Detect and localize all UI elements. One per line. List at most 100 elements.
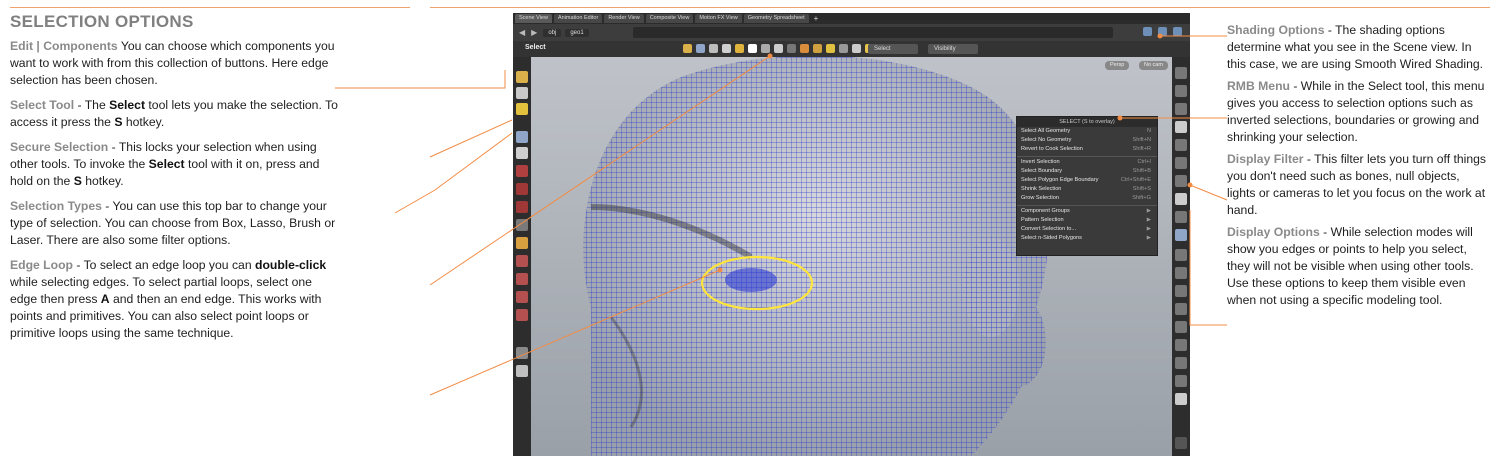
rmb-menu-item[interactable]: Revert to Cook Selection Shift+R: [1017, 145, 1157, 154]
callout-display-filter: [1189, 184, 1228, 201]
secure-selection-icon[interactable]: [852, 44, 861, 53]
display-origin-icon[interactable]: [1175, 339, 1187, 351]
display-prims-icon[interactable]: [1175, 285, 1187, 297]
rmb-menu-item[interactable]: Shrink Selection Shift+S: [1017, 185, 1157, 194]
component-primitives-icon[interactable]: [516, 103, 528, 115]
edges-icon[interactable]: [709, 44, 718, 53]
rmb-menu-item[interactable]: Select All Geometry N: [1017, 127, 1157, 136]
display-vertices-icon[interactable]: [1175, 321, 1187, 333]
cameras-filter-icon[interactable]: [826, 44, 835, 53]
backface-icon[interactable]: [1175, 157, 1187, 169]
persp-button[interactable]: Persp: [1105, 61, 1130, 70]
box-select-icon[interactable]: [735, 44, 744, 53]
display-points-icon[interactable]: [1175, 249, 1187, 261]
rmb-menu-item[interactable]: Select Polygon Edge Boundary Ctrl+Shift+E: [1017, 176, 1157, 185]
rmb-menu-item[interactable]: Invert Selection Ctrl+I: [1017, 158, 1157, 167]
brush-select-icon[interactable]: [761, 44, 770, 53]
select-dropdown[interactable]: Select: [868, 44, 918, 54]
lasso-select-icon[interactable]: [748, 44, 757, 53]
add-tab-icon[interactable]: +: [814, 14, 819, 23]
paragraph-bold: S: [73, 174, 82, 188]
paragraph-heading: Secure Selection: [10, 140, 109, 154]
normals-icon[interactable]: [1175, 211, 1187, 223]
display-toggle-icon[interactable]: [1175, 67, 1187, 79]
rotate-tool-icon[interactable]: [516, 183, 528, 195]
paragraph-heading: RMB Menu: [1227, 79, 1290, 93]
visibility-dropdown[interactable]: Visibility: [928, 44, 978, 54]
handles-filter-icon[interactable]: [839, 44, 848, 53]
faces-icon[interactable]: [722, 44, 731, 53]
link-icon[interactable]: [1158, 27, 1167, 36]
pane-tab[interactable]: Composite View: [645, 14, 694, 23]
callout-display-options: [1189, 210, 1227, 326]
filter-icon[interactable]: [787, 44, 796, 53]
laser-select-icon[interactable]: [774, 44, 783, 53]
magnet-tool-icon[interactable]: [516, 291, 528, 303]
display-uvs-icon[interactable]: [1175, 303, 1187, 315]
menu-item-label: Select No Geometry: [1021, 137, 1072, 144]
rmb-menu-title: SELECT (S to overlay): [1017, 117, 1157, 127]
scale-tool-icon[interactable]: [516, 201, 528, 213]
rmb-menu-item[interactable]: Select No Geometry Shift+N: [1017, 136, 1157, 145]
right-annotations: Shading Options - The shading options de…: [1227, 22, 1487, 314]
bones-filter-icon[interactable]: [800, 44, 809, 53]
points-icon[interactable]: [696, 44, 705, 53]
lock-icon[interactable]: [1175, 103, 1187, 115]
pane-tab[interactable]: Scene View: [515, 14, 552, 23]
pin-icon[interactable]: [1143, 27, 1152, 36]
back-arrow-icon[interactable]: ◀: [519, 28, 525, 37]
menu-item-label: Select n-Sided Polygons: [1021, 235, 1082, 242]
menu-item-label: Shrink Selection: [1021, 186, 1062, 193]
component-points-icon[interactable]: [516, 71, 528, 83]
path-field[interactable]: [633, 27, 1113, 38]
component-edges-icon[interactable]: [516, 87, 528, 99]
paragraph-heading: Edge Loop: [10, 258, 73, 272]
paragraph-heading: Selection Types: [10, 199, 102, 213]
menu-item-hotkey: ▶: [1146, 225, 1151, 232]
rmb-menu-item[interactable]: Select Boundary Shift+B: [1017, 167, 1157, 176]
display-filter-icon[interactable]: [1175, 193, 1187, 205]
lighting-icon[interactable]: [1175, 139, 1187, 151]
display-options-icon[interactable]: [1175, 393, 1187, 405]
path-segment-obj[interactable]: obj: [543, 28, 562, 37]
rmb-menu-item[interactable]: Convert Selection to... ▶: [1017, 225, 1157, 234]
handle-tool-icon[interactable]: [516, 219, 528, 231]
rmb-menu-item[interactable]: Pattern Selection ▶: [1017, 216, 1157, 225]
menu-item-hotkey: ▶: [1146, 235, 1151, 242]
pane-tab[interactable]: Animation Editor: [553, 14, 603, 23]
no-cam-button[interactable]: No cam: [1139, 61, 1168, 70]
render-tool-icon[interactable]: [516, 347, 528, 359]
pane-tab[interactable]: Motion FX View: [695, 14, 742, 23]
shading-mode-icon[interactable]: [1175, 121, 1187, 133]
drag-tool-icon[interactable]: [516, 273, 528, 285]
menu-item-hotkey: Shift+B: [1132, 167, 1151, 174]
left-paragraph: Edge Loop - To select an edge loop you c…: [10, 257, 340, 342]
display-grid-icon[interactable]: [1175, 357, 1187, 369]
rmb-menu-item[interactable]: Component Groups ▶: [1017, 207, 1157, 216]
display-edges-icon[interactable]: [1175, 267, 1187, 279]
pane-tab[interactable]: Geometry Spreadsheet: [743, 14, 809, 23]
view-tool-icon[interactable]: [516, 255, 528, 267]
path-segment-geo[interactable]: geo1: [565, 28, 589, 37]
select-tool-icon[interactable]: [516, 131, 528, 143]
forward-arrow-icon[interactable]: ▶: [531, 28, 537, 37]
lights-filter-icon[interactable]: [813, 44, 822, 53]
select-mode-icon[interactable]: [683, 44, 692, 53]
rmb-menu-item[interactable]: Select n-Sided Polygons ▶: [1017, 234, 1157, 243]
rmb-menu-item[interactable]: Grow Selection Shift+G: [1017, 194, 1157, 203]
snap-tool-icon[interactable]: [516, 309, 528, 321]
display-labels-icon[interactable]: [1175, 375, 1187, 387]
teapot-icon[interactable]: [516, 365, 528, 377]
help-icon[interactable]: [1175, 437, 1187, 449]
move-tool-icon[interactable]: [516, 165, 528, 177]
pose-tool-icon[interactable]: [516, 237, 528, 249]
pane-icons: [1143, 27, 1182, 36]
pane-tab[interactable]: Render View: [604, 14, 644, 23]
secure-selection-shelf-icon[interactable]: [516, 147, 528, 159]
menu-item-label: Grow Selection: [1021, 195, 1059, 202]
ghost-icon[interactable]: [1175, 85, 1187, 97]
menu-item-label: Select Boundary: [1021, 167, 1063, 174]
layout-icon[interactable]: [1173, 27, 1182, 36]
xray-icon[interactable]: [1175, 175, 1187, 187]
point-numbers-icon[interactable]: [1175, 229, 1187, 241]
